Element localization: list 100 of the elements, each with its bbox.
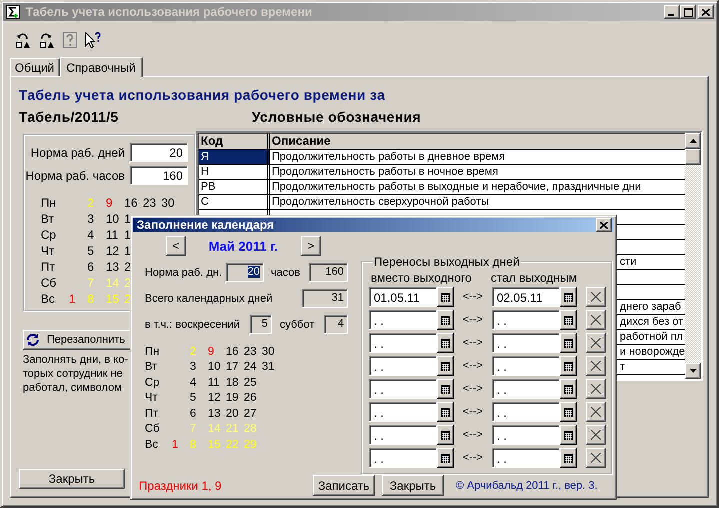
- weekday-label: Вт: [41, 212, 56, 226]
- swap-arrow: <-->: [462, 360, 484, 372]
- table-cell: т: [620, 361, 626, 373]
- calendar-date: 27: [244, 408, 258, 420]
- calendar-date: 1: [69, 292, 77, 306]
- field-label: часов: [271, 266, 302, 278]
- dialog-title: Заполнение календаря: [137, 218, 274, 232]
- table-cell-text: Продолжительность сверхурочной работы: [271, 195, 490, 209]
- weekday-label: Пт: [145, 408, 160, 420]
- calendar-date: 3: [190, 361, 198, 374]
- calendar-date: 5: [88, 244, 96, 258]
- calendar-date: 4: [190, 376, 198, 389]
- field-label: суббот: [280, 318, 316, 330]
- calendar-date: 12: [106, 244, 120, 258]
- calendar-date: 2: [190, 346, 198, 358]
- calendar-date: 16: [124, 196, 139, 210]
- calendar-date: 1: [172, 438, 180, 451]
- calendar-date: 31: [262, 361, 276, 374]
- calendar-date: 4: [88, 228, 96, 242]
- calendar-date: 15: [208, 438, 222, 451]
- swap-arrow: <-->: [462, 291, 484, 303]
- document-number: Табель/2011/5: [19, 109, 120, 125]
- calendar-date: 1: [124, 212, 132, 226]
- calendar-date: 7: [190, 423, 198, 436]
- weekday-label: Ср: [145, 376, 161, 389]
- field-label: Всего календарных дней: [145, 292, 274, 304]
- calendar-date: 5: [190, 392, 198, 404]
- calendar-date: 9: [106, 196, 114, 210]
- report-heading: Табель учета использования рабочего времени за: [19, 87, 386, 103]
- calendar-date: 6: [190, 408, 198, 420]
- calendar-date: 30: [162, 196, 176, 210]
- calendar-date: 8: [190, 438, 198, 451]
- calendar-date: 17: [226, 361, 240, 374]
- calendar-date: 11: [106, 228, 120, 242]
- swap-arrow: <-->: [462, 337, 484, 349]
- weekday-label: Сб: [145, 423, 161, 436]
- calendar-date: 1: [124, 244, 132, 258]
- norm-label: Норма раб. часов: [26, 168, 125, 182]
- column-label: вместо выходного: [371, 271, 473, 285]
- group-title: Переносы выходных дней: [373, 255, 521, 269]
- table-cell: дихся без от: [620, 316, 684, 328]
- weekday-label: Ср: [41, 228, 58, 242]
- calendar-date: 18: [226, 376, 240, 389]
- calendar-date: 22: [226, 438, 240, 451]
- window-title: Табель учета использования рабочего времени: [26, 5, 314, 19]
- table-cell: днего зараб: [620, 301, 682, 313]
- swap-arrow: <-->: [462, 429, 484, 441]
- calendar-date: 26: [244, 392, 258, 404]
- table-cell: сти: [620, 256, 637, 268]
- calendar-date: 21: [226, 423, 240, 436]
- calendar-date: 11: [208, 376, 221, 389]
- calendar-date: 20: [226, 408, 240, 420]
- calendar-date: 13: [106, 260, 120, 274]
- note-text: Заполнять дни, в ко-: [23, 353, 128, 367]
- weekday-label: Сб: [41, 276, 58, 290]
- norm-label: Норма раб. дней: [30, 146, 125, 160]
- table-cell: и новорожде: [620, 346, 686, 358]
- table-cell-text: Продолжительность работы в дневное время: [271, 150, 506, 164]
- calendar-date: 9: [208, 346, 216, 358]
- calendar-date: 10: [208, 361, 222, 374]
- month-label: Май 2011 г.: [208, 238, 280, 254]
- table-cell-text: Продолжительность работы в выходные и нерабочие, праздничные дни: [271, 180, 642, 194]
- calendar-date: 6: [88, 260, 96, 274]
- calendar-date: 14: [208, 423, 222, 436]
- table-cell-text: Продолжительность работы в ночное время: [271, 165, 500, 179]
- calendar-date: 28: [244, 423, 258, 436]
- calendar-date: 19: [226, 392, 240, 404]
- legend-title: Условные обозначения: [252, 109, 422, 125]
- note-text: работал, символом: [23, 381, 122, 395]
- calendar-date: 2: [88, 196, 96, 210]
- calendar-date: 12: [208, 392, 222, 404]
- calendar-date: 3: [88, 212, 96, 226]
- weekday-label: Чт: [41, 244, 56, 258]
- swap-arrow: <-->: [462, 314, 484, 326]
- weekday-label: Пн: [41, 196, 58, 210]
- calendar-date: 25: [244, 376, 258, 389]
- copyright-text: © Арчибальд 2011 г., вер. 3.: [456, 480, 598, 492]
- weekday-label: Вс: [41, 292, 56, 306]
- column-label: стал выходным: [491, 271, 578, 285]
- weekday-label: Вс: [145, 438, 160, 451]
- calendar-date: 14: [106, 276, 120, 290]
- weekday-label: Пт: [41, 260, 56, 274]
- calendar-date: 10: [106, 212, 120, 226]
- field-label: Норма раб. дн.: [145, 266, 224, 278]
- calendar-date: 23: [244, 346, 258, 358]
- calendar-date: 7: [88, 276, 96, 290]
- calendar-date: 8: [88, 292, 96, 306]
- weekday-label: Чт: [145, 392, 159, 404]
- weekday-label: Вт: [145, 361, 159, 374]
- calendar-date: 24: [244, 361, 258, 374]
- calendar-date: 15: [106, 292, 120, 306]
- calendar-date: 16: [226, 346, 240, 358]
- calendar-date: 30: [262, 346, 276, 358]
- field-label: в т.ч.: воскресений: [145, 318, 242, 330]
- table-cell: работной пл: [620, 331, 684, 343]
- swap-arrow: <-->: [462, 406, 484, 418]
- calendar-date: 23: [143, 196, 158, 210]
- holidays-text: Праздники 1, 9: [139, 478, 223, 492]
- calendar-date: 1: [124, 228, 132, 242]
- calendar-date: 29: [244, 438, 258, 451]
